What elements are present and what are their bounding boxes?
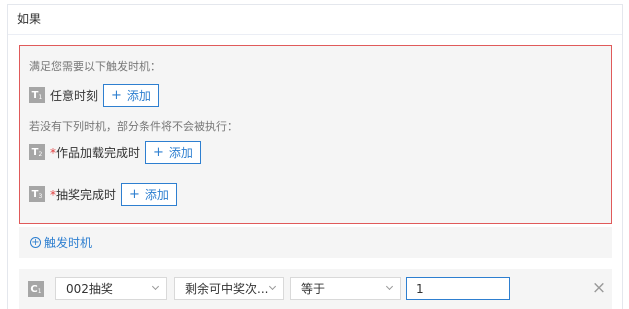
- chevron-down-icon: [268, 282, 277, 291]
- trigger-hint-required: 若没有下列时机，部分条件将不会被执行：: [29, 120, 238, 133]
- trigger-row-work-loaded: T2 *作品加载完成时 + 添加: [29, 140, 201, 164]
- trigger-label: *抽奖完成时: [50, 187, 117, 202]
- condition-target-select[interactable]: 002抽奖: [55, 277, 167, 300]
- plus-icon: +: [129, 186, 140, 202]
- add-trigger-work-loaded-button[interactable]: + 添加: [145, 140, 201, 164]
- condition-row: C1 002抽奖 剩余可中奖次... 等于 1 ×: [19, 269, 612, 309]
- trigger-label: *作品加载完成时: [50, 145, 141, 160]
- trigger-badge-icon: T2: [29, 144, 45, 160]
- plus-icon: +: [153, 144, 164, 160]
- trigger-label: 任意时刻: [50, 88, 99, 103]
- condition-operator-select[interactable]: 等于: [290, 277, 401, 300]
- trigger-badge-icon: T1: [29, 87, 45, 103]
- plus-icon: +: [111, 87, 122, 103]
- trigger-row-lottery-done: T3 *抽奖完成时 + 添加: [29, 182, 177, 206]
- condition-value-input[interactable]: 1: [406, 277, 510, 300]
- condition-badge-icon: C1: [28, 281, 44, 297]
- trigger-row-any-time: T1 任意时刻 + 添加: [29, 83, 159, 107]
- trigger-hint-any: 满足您需要以下触发时机：: [29, 60, 161, 73]
- close-icon[interactable]: ×: [591, 280, 607, 297]
- add-trigger-lottery-done-button[interactable]: + 添加: [121, 182, 177, 206]
- add-trigger-link[interactable]: + 触发时机: [30, 234, 92, 251]
- trigger-box: 满足您需要以下触发时机： T1 任意时刻 + 添加 若没有下列时机，部分条件将不…: [19, 45, 612, 224]
- chevron-down-icon: [151, 282, 160, 291]
- circle-plus-icon: +: [30, 237, 41, 248]
- add-trigger-any-time-button[interactable]: + 添加: [103, 83, 159, 107]
- trigger-badge-icon: T3: [29, 186, 45, 202]
- chevron-down-icon: [385, 282, 394, 291]
- condition-property-select[interactable]: 剩余可中奖次...: [174, 277, 284, 300]
- add-trigger-bar: + 触发时机: [19, 227, 612, 258]
- if-panel: 如果 满足您需要以下触发时机： T1 任意时刻 + 添加 若没有下列时机，部分条…: [7, 4, 623, 309]
- panel-title: 如果: [8, 5, 622, 35]
